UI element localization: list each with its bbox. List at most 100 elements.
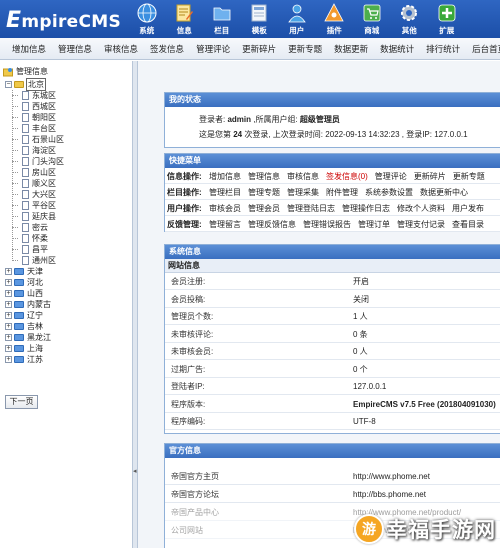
tree-node-label: 江苏 xyxy=(27,355,43,364)
next-page-button[interactable]: 下一页 xyxy=(5,395,38,409)
tree-node-label: 天津 xyxy=(27,267,43,276)
quick-menu-link[interactable]: 更新专题 xyxy=(453,171,485,182)
topnav-template[interactable]: 模板 xyxy=(241,0,279,38)
quick-menu-link[interactable]: 用户发布 xyxy=(452,203,484,214)
tree-node-district[interactable]: 石景山区 xyxy=(12,134,65,145)
quick-menu-link[interactable]: 管理错误报告 xyxy=(303,219,351,230)
menu-review-info[interactable]: 审核信息 xyxy=(104,43,138,55)
tree-node-district[interactable]: 密云 xyxy=(12,222,49,233)
tree-node-district[interactable]: 通州区 xyxy=(12,255,57,266)
tree-node-province[interactable]: + 江苏 xyxy=(5,354,44,365)
quick-menu-link[interactable]: 更新碎片 xyxy=(414,171,446,182)
tree-node-label: 河北 xyxy=(27,278,43,287)
quick-menu-link[interactable]: 查看目录 xyxy=(452,219,484,230)
quick-menu-link[interactable]: 管理登陆日志 xyxy=(287,203,335,214)
quick-menu-link[interactable]: 管理留言 xyxy=(209,219,241,230)
tree-node-district[interactable]: 房山区 xyxy=(12,167,57,178)
quick-menu-link[interactable]: 管理信息 xyxy=(248,171,280,182)
tree-node-district[interactable]: 门头沟区 xyxy=(12,156,65,167)
tree-node-province[interactable]: + 河北 xyxy=(5,277,44,288)
menu-data-stats[interactable]: 数据统计 xyxy=(380,43,414,55)
collapse-arrow-icon[interactable]: ◂ xyxy=(133,467,137,475)
quick-menu-link[interactable]: 数据更新中心 xyxy=(420,187,468,198)
expand-toggle-icon[interactable]: + xyxy=(5,279,12,286)
menu-add-info[interactable]: 增加信息 xyxy=(12,43,46,55)
tree-node-district[interactable]: 怀柔 xyxy=(12,233,49,244)
tree-node-district[interactable]: 朝阳区 xyxy=(12,112,57,123)
collapse-toggle-icon[interactable]: − xyxy=(5,81,12,88)
quick-menu-link[interactable]: 系统参数设置 xyxy=(365,187,413,198)
tree-node-province[interactable]: + 山西 xyxy=(5,288,44,299)
tree-node-province[interactable]: + 内蒙古 xyxy=(5,299,52,310)
topnav-info[interactable]: 信息 xyxy=(166,0,204,38)
menu-manage-comments[interactable]: 管理评论 xyxy=(196,43,230,55)
tree-node-beijing[interactable]: − 北京 xyxy=(5,78,46,91)
expand-toggle-icon[interactable]: + xyxy=(5,301,12,308)
menu-update-topics[interactable]: 更新专题 xyxy=(288,43,322,55)
page-icon xyxy=(22,135,29,144)
tree-node-district[interactable]: 顺义区 xyxy=(12,178,57,189)
official-info-key: 公司网站 xyxy=(171,526,203,535)
tree-node-district[interactable]: 大兴区 xyxy=(12,189,57,200)
quick-menu-link[interactable]: 签发信息(0) xyxy=(326,171,368,182)
topnav-system[interactable]: 系统 xyxy=(128,0,166,38)
tree-node-district[interactable]: 昌平 xyxy=(12,244,49,255)
expand-toggle-icon[interactable]: + xyxy=(5,323,12,330)
tree-node-label: 顺义区 xyxy=(32,179,56,188)
tree-node-district[interactable]: 延庆县 xyxy=(12,211,57,222)
quick-menu-link[interactable]: 审核信息 xyxy=(287,171,319,182)
topnav-label: 信息 xyxy=(176,26,192,35)
site-info-value: 127.0.0.1 xyxy=(353,382,387,391)
quick-menu-link[interactable]: 管理操作日志 xyxy=(342,203,390,214)
menu-update-fragments[interactable]: 更新碎片 xyxy=(242,43,276,55)
tree-node-district[interactable]: 平谷区 xyxy=(12,200,57,211)
tree-node-district[interactable]: 西城区 xyxy=(12,101,57,112)
tree-node-district[interactable]: 丰台区 xyxy=(12,123,57,134)
topnav-column[interactable]: 栏目 xyxy=(203,0,241,38)
site-watermark: 游 幸福手游网 xyxy=(354,514,496,544)
quick-menu-link[interactable]: 附件管理 xyxy=(326,187,358,198)
empirecms-logo[interactable]: EmpireCMS xyxy=(6,8,121,33)
quick-menu-link[interactable]: 管理反馈信息 xyxy=(248,219,296,230)
tree-node-district[interactable]: 东城区 xyxy=(12,90,57,101)
expand-toggle-icon[interactable]: + xyxy=(5,268,12,275)
quick-menu-link[interactable]: 修改个人资料 xyxy=(397,203,445,214)
official-info-link[interactable]: http://www.phome.net xyxy=(353,472,430,481)
site-info-key: 未审核会员: xyxy=(171,347,214,356)
topnav-extend[interactable]: 扩展 xyxy=(428,0,466,38)
quick-menu-link[interactable]: 审核会员 xyxy=(209,203,241,214)
expand-toggle-icon[interactable]: + xyxy=(5,312,12,319)
expand-toggle-icon[interactable]: + xyxy=(5,290,12,297)
tree-node-province[interactable]: + 吉林 xyxy=(5,321,44,332)
expand-toggle-icon[interactable]: + xyxy=(5,345,12,352)
tree-node-province[interactable]: + 黑龙江 xyxy=(5,332,52,343)
tree-node-province[interactable]: + 上海 xyxy=(5,343,44,354)
topnav-plugin[interactable]: 插件 xyxy=(316,0,354,38)
tree-node-province[interactable]: + 辽宁 xyxy=(5,310,44,321)
tree-node-district[interactable]: 海淀区 xyxy=(12,145,57,156)
expand-toggle-icon[interactable]: + xyxy=(5,334,12,341)
quick-menu-link[interactable]: 管理支付记录 xyxy=(397,219,445,230)
quick-menu-link[interactable]: 管理会员 xyxy=(248,203,280,214)
quick-menu-link[interactable]: 管理栏目 xyxy=(209,187,241,198)
topnav-shop[interactable]: 商城 xyxy=(353,0,391,38)
topnav-user[interactable]: 用户 xyxy=(278,0,316,38)
menu-data-update[interactable]: 数据更新 xyxy=(334,43,368,55)
quick-menu-link[interactable]: 增加信息 xyxy=(209,171,241,182)
tree-node-province[interactable]: + 天津 xyxy=(5,266,44,277)
site-info-value: 关闭 xyxy=(353,294,369,304)
topnav-other[interactable]: 其他 xyxy=(391,0,429,38)
menu-admin-home[interactable]: 后台首页 xyxy=(472,43,500,55)
tree-node-label: 吉林 xyxy=(27,322,43,331)
expand-toggle-icon[interactable]: + xyxy=(5,356,12,363)
menu-sign-info[interactable]: 签发信息 xyxy=(150,43,184,55)
quick-menu-link[interactable]: 管理订单 xyxy=(358,219,390,230)
quick-menu-link[interactable]: 管理专题 xyxy=(248,187,280,198)
tree-node-label: 丰台区 xyxy=(32,124,56,133)
quick-menu-link[interactable]: 管理评论 xyxy=(375,171,407,182)
official-info-link[interactable]: http://bbs.phome.net xyxy=(353,490,426,499)
menu-manage-info[interactable]: 管理信息 xyxy=(58,43,92,55)
menu-rank-stats[interactable]: 排行统计 xyxy=(426,43,460,55)
tree-root[interactable]: 管理信息 xyxy=(3,66,49,77)
quick-menu-link[interactable]: 管理采集 xyxy=(287,187,319,198)
